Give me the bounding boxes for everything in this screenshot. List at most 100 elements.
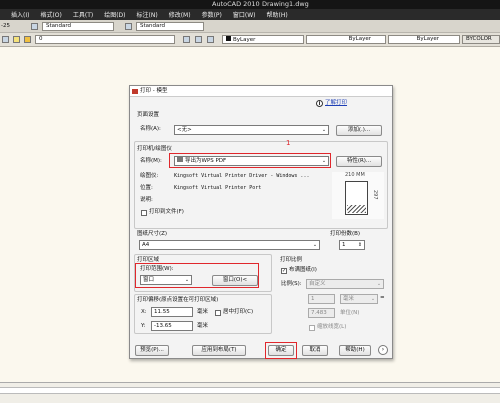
- text-style-select[interactable]: Standard: [42, 22, 114, 31]
- page-setup-name-label: 名称(A):: [140, 126, 161, 132]
- menu-window[interactable]: 窗口(W): [233, 10, 256, 19]
- offset-x-unit: 毫米: [197, 309, 209, 315]
- chevron-down-icon: ⌄: [370, 296, 376, 302]
- offset-x-input[interactable]: 11.55: [151, 307, 193, 317]
- plot-area-hatch: [347, 205, 366, 213]
- equals-sign: =: [380, 295, 385, 301]
- page-setup-heading: 页面设置: [137, 112, 160, 118]
- scale-ratio-value: 自定义: [309, 281, 326, 287]
- dim-style-icon[interactable]: [125, 23, 132, 30]
- highlight-printer: [169, 153, 331, 168]
- scale-value-input[interactable]: 1: [308, 294, 335, 304]
- help-button[interactable]: 帮助(H): [339, 345, 371, 356]
- preview-height: 297: [372, 190, 378, 200]
- dialog-title-bar: 打印 - 模型: [130, 86, 392, 97]
- sun-icon[interactable]: [24, 36, 31, 43]
- toolbar-layers: 0 ByLayer ByLayer ByLayer BYCOLOR: [0, 33, 500, 47]
- linetype-select[interactable]: ByLayer: [306, 35, 386, 44]
- layer-select[interactable]: 0: [35, 35, 175, 44]
- center-plot-checkbox[interactable]: [215, 310, 221, 316]
- menu-tools[interactable]: 工具(T): [73, 10, 93, 19]
- menu-modify[interactable]: 修改(M): [169, 10, 191, 19]
- paper-size-heading: 图纸尺寸(Z): [137, 231, 168, 237]
- location-label: 位置:: [140, 185, 153, 191]
- copies-heading: 打印份数(B): [330, 231, 361, 237]
- title-bar: AutoCAD 2010 Drawing1.dwg: [0, 0, 500, 9]
- scale-units-input[interactable]: 7.483: [308, 308, 335, 318]
- expand-arrow-icon[interactable]: ›: [378, 345, 388, 355]
- spinner-arrows-icon: ⇕: [357, 242, 363, 248]
- copies-spinner[interactable]: 1 ⇕: [339, 240, 365, 250]
- scale-lineweights-checkbox[interactable]: [309, 325, 315, 331]
- offset-y-input[interactable]: -13.65: [151, 321, 193, 331]
- plotter-label: 绘图仪:: [140, 173, 159, 179]
- printer-heading: 打印机/绘图仪: [137, 146, 172, 152]
- menu-draw[interactable]: 绘图(D): [104, 10, 125, 19]
- scale-unit-value: 毫米: [343, 296, 355, 302]
- copies-value: 1: [342, 242, 346, 248]
- menu-dimension[interactable]: 标注(N): [137, 10, 158, 19]
- text-style-icon[interactable]: [31, 23, 38, 30]
- chevron-down-icon: ⌄: [321, 127, 327, 133]
- command-area: [0, 382, 500, 403]
- plotstyle-select[interactable]: BYCOLOR: [462, 35, 500, 44]
- dialog-title: 打印 - 模型: [140, 88, 168, 94]
- paper-sheet: [345, 181, 368, 215]
- print-to-file-checkbox[interactable]: [141, 210, 147, 216]
- description-label: 说明:: [140, 197, 153, 203]
- scale-unit-select[interactable]: 毫米 ⌄: [340, 294, 378, 304]
- learn-plot-link[interactable]: 了解打印: [325, 100, 347, 107]
- menu-bar: 插入(I) 格式(O) 工具(T) 绘图(D) 标注(N) 修改(M) 参数(P…: [0, 9, 500, 20]
- offset-y-unit: 毫米: [197, 323, 209, 329]
- page-setup-value: <无>: [177, 127, 192, 133]
- layer-manager-icon[interactable]: [2, 36, 9, 43]
- location-value: Kingsoft Virtual Printer Port: [174, 185, 262, 191]
- menu-format[interactable]: 格式(O): [40, 10, 61, 19]
- fit-to-paper-label: 布满图纸(I): [289, 267, 317, 273]
- plotter-value: Kingsoft Virtual Printer Driver - Window…: [174, 173, 310, 179]
- paper-size-select[interactable]: A4 ⌄: [139, 240, 320, 250]
- cancel-button[interactable]: 取消: [302, 345, 328, 356]
- app-title: AutoCAD 2010: [212, 0, 260, 8]
- properties-button[interactable]: 特性(R)...: [336, 156, 382, 167]
- plot-offset-heading: 打印偏移(原点设置在可打印区域): [137, 297, 219, 303]
- chevron-down-icon: ⌄: [312, 242, 318, 248]
- menu-help[interactable]: 帮助(H): [267, 10, 288, 19]
- preview-width: 210 MM: [345, 172, 365, 178]
- layer-match-icon[interactable]: [207, 36, 214, 43]
- add-button[interactable]: 添加(.)...: [336, 125, 382, 136]
- info-icon: i: [316, 100, 323, 107]
- highlight-plot-area: [135, 263, 259, 288]
- command-line[interactable]: [0, 387, 500, 394]
- scale-lineweights-label: 缩放线宽(L): [317, 324, 347, 330]
- apply-to-layout-button[interactable]: 应用到布局(T): [192, 345, 246, 356]
- light-bulb-icon[interactable]: [13, 36, 20, 43]
- highlight-ok: [265, 342, 297, 359]
- layer-state-icon[interactable]: [183, 36, 190, 43]
- layer-prev-icon[interactable]: [195, 36, 202, 43]
- scale-ratio-select[interactable]: 自定义 ⌄: [306, 279, 384, 289]
- chevron-down-icon: ⌄: [376, 281, 382, 287]
- lineweight-select[interactable]: ByLayer: [388, 35, 460, 44]
- paper-preview: 210 MM 297: [332, 172, 384, 219]
- fit-to-paper-checkbox[interactable]: ✓: [281, 268, 287, 274]
- paper-size-value: A4: [142, 242, 150, 248]
- preview-button[interactable]: 预览(P)...: [135, 345, 169, 356]
- center-plot-label: 居中打印(C): [223, 309, 254, 315]
- offset-y-label: Y:: [141, 323, 146, 329]
- scale-units-label: 单位(N): [340, 310, 360, 316]
- menu-insert[interactable]: 插入(I): [11, 10, 29, 19]
- scale-ratio-label: 比例(S):: [281, 281, 302, 287]
- file-name: Drawing1.dwg: [262, 0, 309, 8]
- color-select[interactable]: ByLayer: [222, 35, 304, 44]
- menu-parametric[interactable]: 参数(P): [202, 10, 222, 19]
- plot-dialog: 打印 - 模型 i 了解打印 页面设置 名称(A): <无> ⌄ 添加(.)...…: [129, 85, 393, 359]
- offset-x-label: X:: [141, 309, 147, 315]
- dim-style-select[interactable]: Standard: [136, 22, 204, 31]
- scale-label: -25: [1, 23, 10, 29]
- page-setup-name-select[interactable]: <无> ⌄: [174, 125, 329, 135]
- autocad-logo-icon: [132, 89, 138, 94]
- printer-name-label: 名称(M):: [140, 158, 162, 164]
- color-value: ByLayer: [233, 37, 256, 43]
- annotation-number: 1: [286, 139, 291, 147]
